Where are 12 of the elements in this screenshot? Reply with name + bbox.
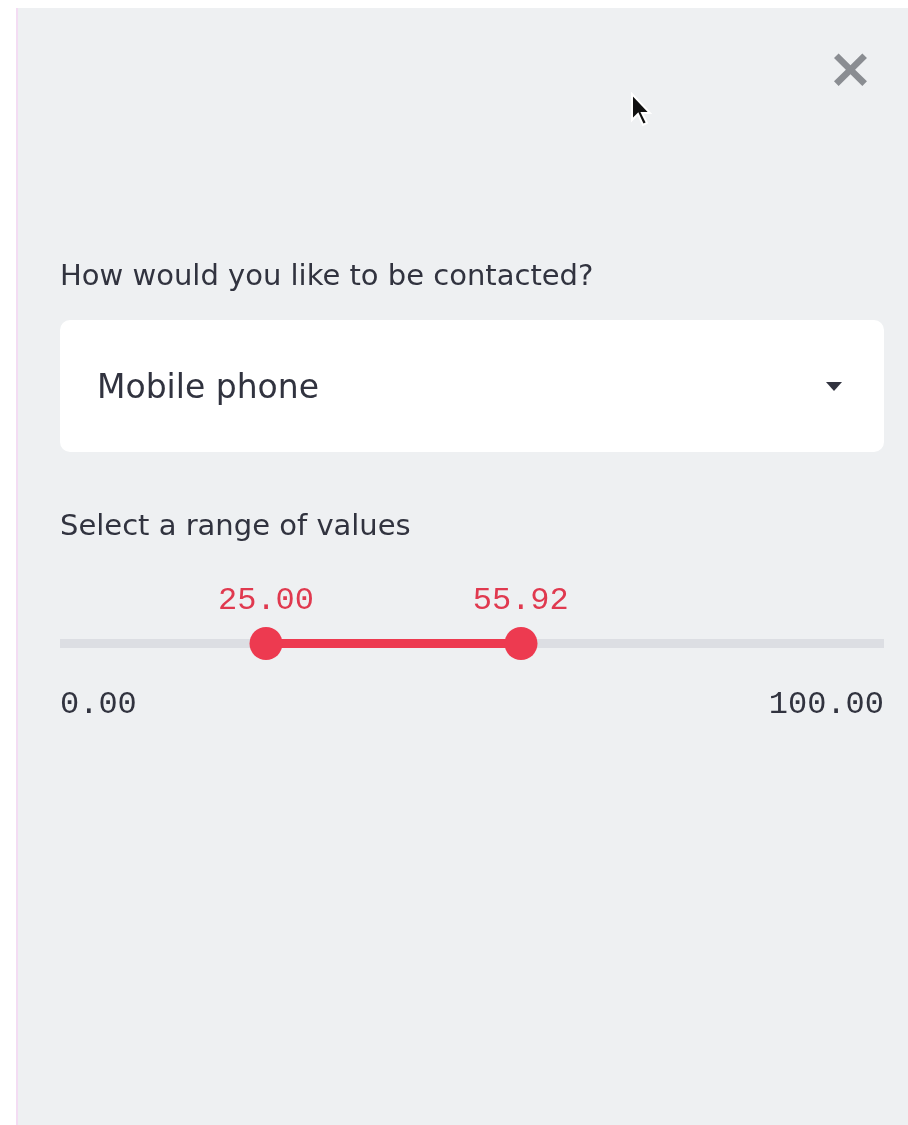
slider-thumb[interactable] <box>504 627 538 660</box>
slider-thumb[interactable] <box>249 627 283 660</box>
field-label: How would you like to be contacted? <box>60 258 595 292</box>
cursor-icon <box>630 92 652 128</box>
slider-min: 0.00 <box>60 686 137 723</box>
slider-label: Select a range of values <box>60 508 412 542</box>
caret-icon <box>826 381 842 391</box>
slider-value: 55.92 <box>472 582 569 619</box>
select-value: Mobile phone <box>97 366 319 406</box>
slider-value: 25.00 <box>218 582 314 619</box>
slider-max: 100.00 <box>768 686 884 723</box>
contact-select[interactable]: Mobile phone <box>60 320 884 452</box>
